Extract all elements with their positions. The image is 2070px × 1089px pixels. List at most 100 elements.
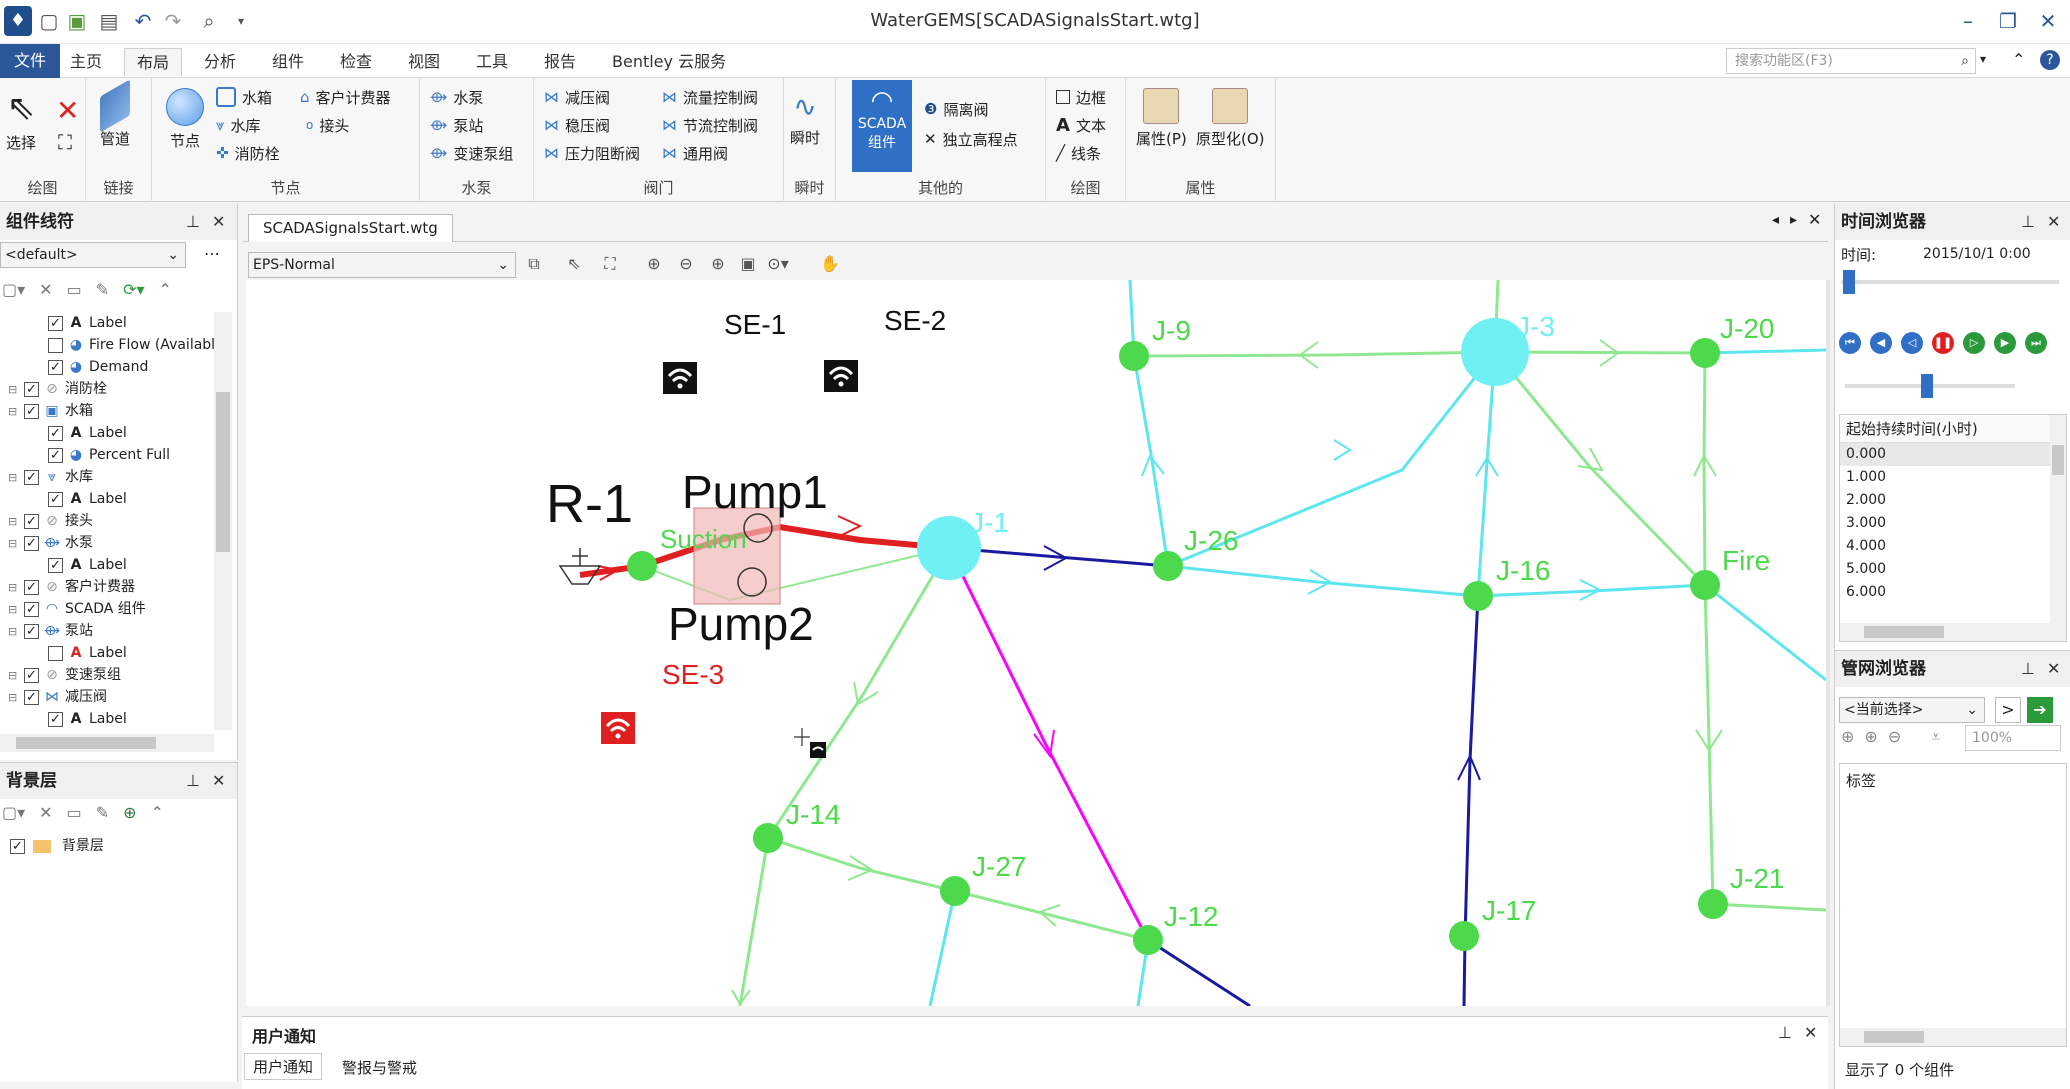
tree-item[interactable]: ◕ Percent Full [0, 444, 214, 467]
tree-checkbox[interactable] [48, 555, 63, 577]
gpv-button[interactable]: ⋈ 通用阀 [662, 140, 728, 166]
expander-icon[interactable]: ⊟ [8, 599, 18, 621]
properties-button[interactable]: 属性(P) [1136, 88, 1187, 149]
bg-layer-item[interactable]: 背景层 [10, 835, 104, 858]
tree-checkbox[interactable] [48, 313, 63, 335]
expander-icon[interactable]: ⊟ [8, 533, 18, 555]
pipe[interactable] [1493, 351, 1707, 587]
collapse-ribbon-icon[interactable]: ⌃ [2012, 50, 2025, 69]
tree-checkbox[interactable] [24, 665, 39, 687]
tree-item[interactable]: ⊟ ⊘ 消防栓 [0, 378, 214, 401]
pipe[interactable] [1167, 564, 1479, 598]
time-slider[interactable] [1841, 270, 2059, 294]
pipe[interactable] [641, 547, 950, 602]
node-button[interactable]: 节点 [166, 88, 204, 151]
tree-item[interactable]: A Label [0, 708, 214, 730]
tree-item[interactable]: A Label [0, 422, 214, 445]
close-panel-icon[interactable]: ✕ [212, 212, 225, 231]
tree-checkbox[interactable] [48, 337, 63, 353]
refresh-icon[interactable]: ⟳▾ [123, 280, 144, 308]
time-row[interactable]: 3.000 [1840, 512, 2066, 535]
tab-scroll-right-icon[interactable]: ▸ [1790, 212, 1797, 228]
time-close-icon[interactable]: ✕ [2047, 212, 2060, 231]
more-options-icon[interactable]: ⋯ [204, 244, 220, 263]
pipe[interactable] [1476, 351, 1497, 597]
tree-horizontal-scrollbar[interactable] [0, 734, 214, 752]
ribbon-search-box[interactable]: 搜索功能区(F3) ⌕ [1726, 48, 1976, 74]
text-button[interactable]: A 文本 [1056, 112, 1106, 138]
tree-item[interactable]: ⊟ ▣ 水箱 [0, 400, 214, 423]
tree-item[interactable]: ⊟ ⟴水泵 [0, 532, 214, 555]
time-pin-icon[interactable]: ⊥ [2021, 212, 2035, 231]
zoom-window-icon[interactable]: ⊕ [706, 254, 730, 278]
zoom-dropdown-icon[interactable]: ⊙▾ [766, 254, 790, 278]
bg-delete-icon[interactable]: ✕ [39, 803, 52, 831]
pipe-button[interactable]: 管道 [100, 79, 130, 149]
pipe[interactable] [1132, 355, 1170, 567]
time-list-hscroll[interactable] [1840, 623, 2066, 641]
scada-se3-icon[interactable] [601, 712, 635, 744]
tree-item[interactable]: A Label [0, 554, 214, 577]
junction-button[interactable]: o 接头 [306, 112, 349, 138]
time-row[interactable]: 2.000 [1840, 489, 2066, 512]
scada-se1-icon[interactable] [663, 362, 697, 394]
network-drawing[interactable]: SE-1 SE-2 SE-3 R-1 Pump1 Pump2 Suction J… [246, 280, 1826, 1006]
expander-icon[interactable]: ⊟ [8, 621, 18, 643]
expander-icon[interactable]: ⊟ [8, 511, 18, 533]
binoculars-icon[interactable]: ⛶ [58, 130, 72, 154]
play-icon[interactable]: ▷ [1963, 332, 1985, 354]
next-button[interactable]: > [1995, 697, 2021, 723]
notify-pin-icon[interactable]: ⊥ [1778, 1023, 1792, 1042]
close-window-icon[interactable]: ✕ [2035, 8, 2061, 34]
restore-icon[interactable]: ❐ [1995, 8, 2021, 34]
tree-checkbox[interactable] [24, 379, 39, 401]
select-button[interactable]: ⇖ 选择 [6, 88, 36, 153]
pin-icon[interactable]: ⊥ [186, 212, 200, 231]
tank-button[interactable]: 水箱 [216, 84, 272, 110]
junction-node-j14[interactable] [753, 823, 783, 853]
rename-icon[interactable]: ▭ [67, 280, 82, 308]
expander-icon[interactable]: ⊟ [8, 467, 18, 489]
nav-zoom-icon[interactable]: ⊕ [1841, 727, 1854, 747]
pipe[interactable] [1704, 348, 1826, 355]
pipe[interactable] [948, 546, 1169, 568]
search-icon[interactable]: ⌕ [1961, 49, 1969, 73]
tree-checkbox[interactable] [24, 621, 39, 643]
tab-user-notifications[interactable]: 用户通知 [244, 1053, 323, 1080]
expander-icon[interactable]: ⊟ [8, 379, 18, 401]
search-dropdown-icon[interactable]: ▾ [1980, 52, 1986, 66]
network-canvas[interactable]: SE-1 SE-2 SE-3 R-1 Pump1 Pump2 Suction J… [246, 280, 1826, 1006]
tree-item[interactable]: ⊟ ⟴泵站 [0, 620, 214, 643]
tab-view[interactable]: 视图 [396, 48, 452, 76]
tree-checkbox[interactable] [24, 401, 39, 423]
delete-item-icon[interactable]: ✕ [39, 280, 52, 308]
zoom-combo[interactable]: 100% [1965, 725, 2061, 751]
bg-zoom-icon[interactable]: ⊕ [123, 803, 136, 831]
bg-new-icon[interactable]: ▢▾ [2, 803, 25, 831]
tree-checkbox[interactable] [24, 687, 39, 709]
time-list-hscroll-thumb[interactable] [1864, 626, 1944, 638]
expander-icon[interactable]: ⊟ [8, 401, 18, 423]
junction-node-j20[interactable] [1690, 338, 1720, 368]
pipe[interactable] [766, 547, 951, 839]
transient-button[interactable]: ∿ 瞬时 [790, 90, 820, 148]
pump-button[interactable]: ⟴ 水泵 [430, 84, 483, 110]
isolation-valve-button[interactable]: ❸ 隔离阀 [924, 96, 988, 122]
spot-elevation-button[interactable]: ✕ 独立高程点 [924, 126, 1018, 152]
tree-checkbox[interactable] [48, 357, 63, 379]
tab-scroll-left-icon[interactable]: ◂ [1772, 212, 1779, 228]
tree-checkbox[interactable] [24, 599, 39, 621]
edit-icon[interactable]: ✎ [96, 280, 109, 308]
tree-item[interactable]: ⊟ ⊘ 接头 [0, 510, 214, 533]
pipe[interactable] [1147, 938, 1251, 1006]
bg-pin-icon[interactable]: ⊥ [186, 771, 200, 790]
speed-slider[interactable] [1845, 374, 2015, 398]
junction-node-suction[interactable] [627, 551, 657, 581]
tcv-button[interactable]: ⋈ 节流控制阀 [662, 112, 758, 138]
prv-button[interactable]: ⋈ 减压阀 [544, 84, 610, 110]
zoom-prev-icon[interactable]: ▣ [736, 254, 760, 278]
tree-checkbox[interactable] [48, 645, 63, 661]
tab-file[interactable]: 文件 [0, 44, 61, 78]
time-slider-thumb[interactable] [1843, 270, 1855, 294]
time-value-field[interactable]: 2015/10/1 0:00 [1919, 242, 2067, 266]
